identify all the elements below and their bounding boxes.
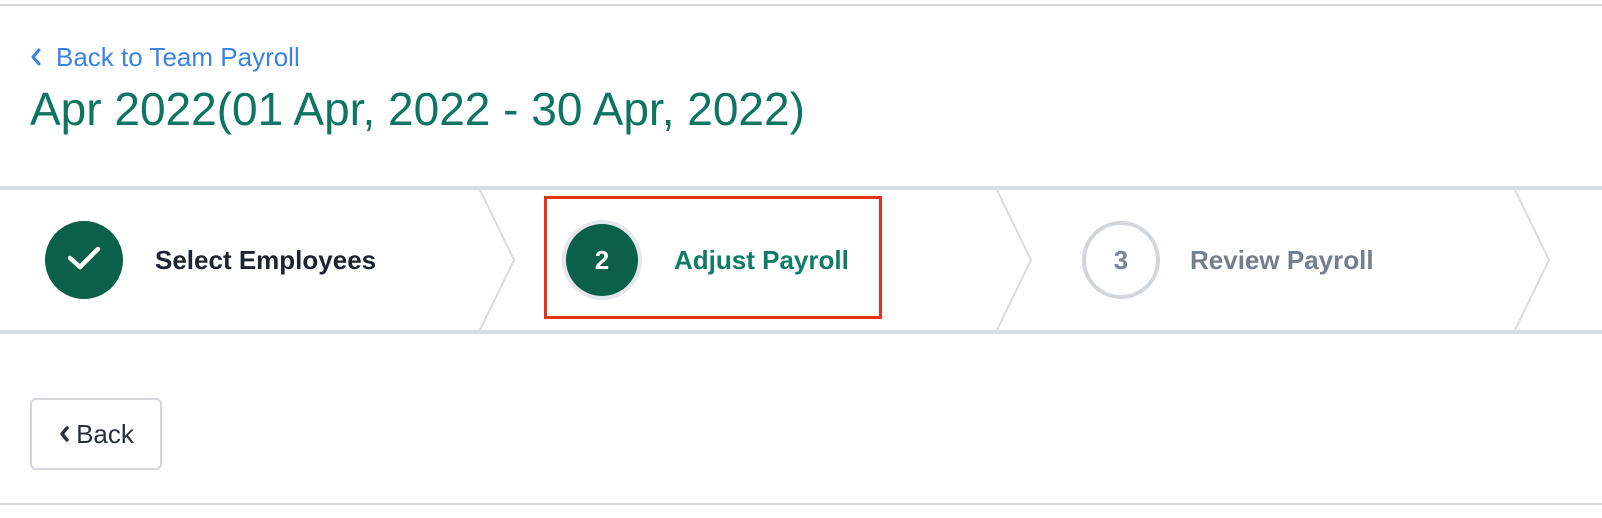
step-3-label: Review Payroll <box>1190 244 1374 275</box>
top-divider <box>0 4 1602 6</box>
step-1-circle <box>45 221 123 299</box>
step-select-employees[interactable]: Select Employees <box>45 190 376 330</box>
step-divider <box>1514 190 1551 330</box>
back-button-label: Back <box>76 418 134 449</box>
back-link-label: Back to Team Payroll <box>56 41 300 72</box>
step-review-payroll[interactable]: 3 Review Payroll <box>1082 190 1374 330</box>
check-icon <box>67 245 101 276</box>
payroll-page: Back to Team Payroll Apr 2022(01 Apr, 20… <box>0 0 1602 518</box>
back-to-team-payroll-link[interactable]: Back to Team Payroll <box>30 40 300 74</box>
step-adjust-payroll[interactable]: 2 Adjust Payroll <box>566 190 849 330</box>
chevron-left-icon <box>58 419 70 450</box>
step-2-label: Adjust Payroll <box>674 244 849 275</box>
chevron-left-icon <box>30 48 42 66</box>
step-1-label: Select Employees <box>155 244 377 275</box>
payroll-stepper: Select Employees 2 Adjust Payroll 3 Revi… <box>0 186 1602 334</box>
step-divider <box>996 190 1033 330</box>
step-3-circle: 3 <box>1082 221 1160 299</box>
step-2-circle: 2 <box>566 224 638 296</box>
step-divider <box>479 190 516 330</box>
back-button[interactable]: Back <box>30 398 162 470</box>
bottom-divider <box>0 503 1602 505</box>
page-title: Apr 2022(01 Apr, 2022 - 30 Apr, 2022) <box>30 83 805 135</box>
